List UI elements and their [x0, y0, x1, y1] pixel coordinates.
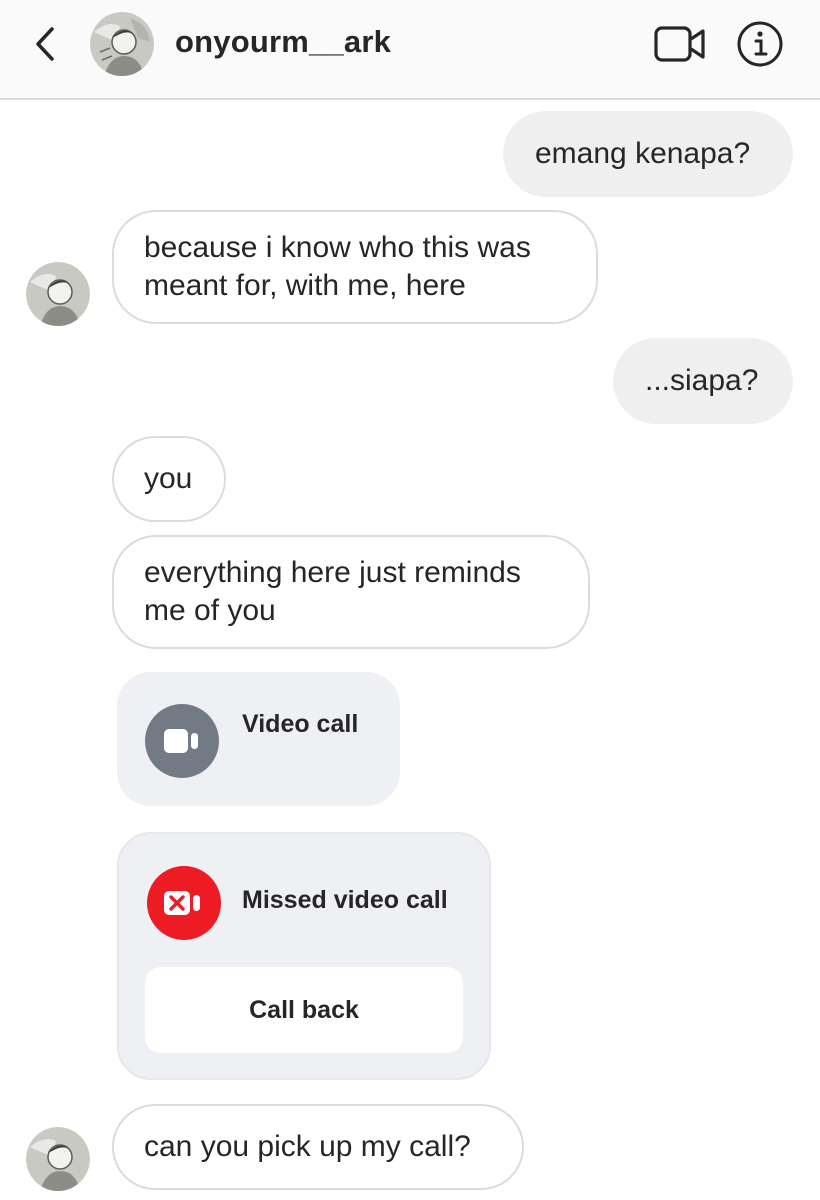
video-call-card[interactable]: Video call: [117, 672, 400, 806]
header-avatar[interactable]: [90, 12, 154, 76]
message-text: can you pick up my call?: [144, 1130, 471, 1163]
incoming-message[interactable]: everything here just reminds me of you: [112, 535, 590, 649]
sender-avatar[interactable]: [26, 262, 90, 326]
video-call-button[interactable]: [654, 24, 706, 64]
chat-username[interactable]: onyourm__ark: [175, 24, 391, 60]
outgoing-message[interactable]: emang kenapa?: [503, 111, 793, 197]
chevron-left-icon: [36, 27, 54, 61]
video-call-label: Video call: [242, 710, 359, 738]
info-icon: [737, 21, 783, 67]
video-camera-icon: [654, 26, 705, 62]
video-camera-icon: [164, 729, 198, 753]
missed-video-call-icon: [164, 891, 200, 915]
message-text-line: everything here just reminds: [144, 556, 521, 589]
info-button[interactable]: [736, 20, 784, 68]
message-text-line: meant for, with me, here: [144, 269, 466, 302]
missed-video-call-card[interactable]: Missed video call Call back: [117, 832, 491, 1080]
call-back-button[interactable]: Call back: [145, 967, 463, 1053]
incoming-message[interactable]: because i know who this was meant for, w…: [112, 210, 598, 324]
call-back-label: Call back: [249, 995, 359, 1024]
back-button[interactable]: [26, 22, 66, 66]
missed-call-label: Missed video call: [242, 886, 448, 914]
missed-call-icon-badge: [147, 866, 221, 940]
message-text: ...siapa?: [645, 364, 759, 397]
outgoing-message[interactable]: ...siapa?: [613, 338, 793, 424]
incoming-message[interactable]: can you pick up my call?: [112, 1104, 524, 1190]
message-text: you: [144, 462, 193, 495]
sender-avatar[interactable]: [26, 1127, 90, 1191]
message-text: emang kenapa?: [535, 137, 751, 170]
video-call-icon-badge: [145, 704, 219, 778]
incoming-message[interactable]: you: [112, 436, 226, 522]
message-text-line: me of you: [144, 594, 276, 627]
message-text-line: because i know who this was: [144, 231, 531, 264]
chat-header: onyourm__ark: [0, 0, 820, 100]
